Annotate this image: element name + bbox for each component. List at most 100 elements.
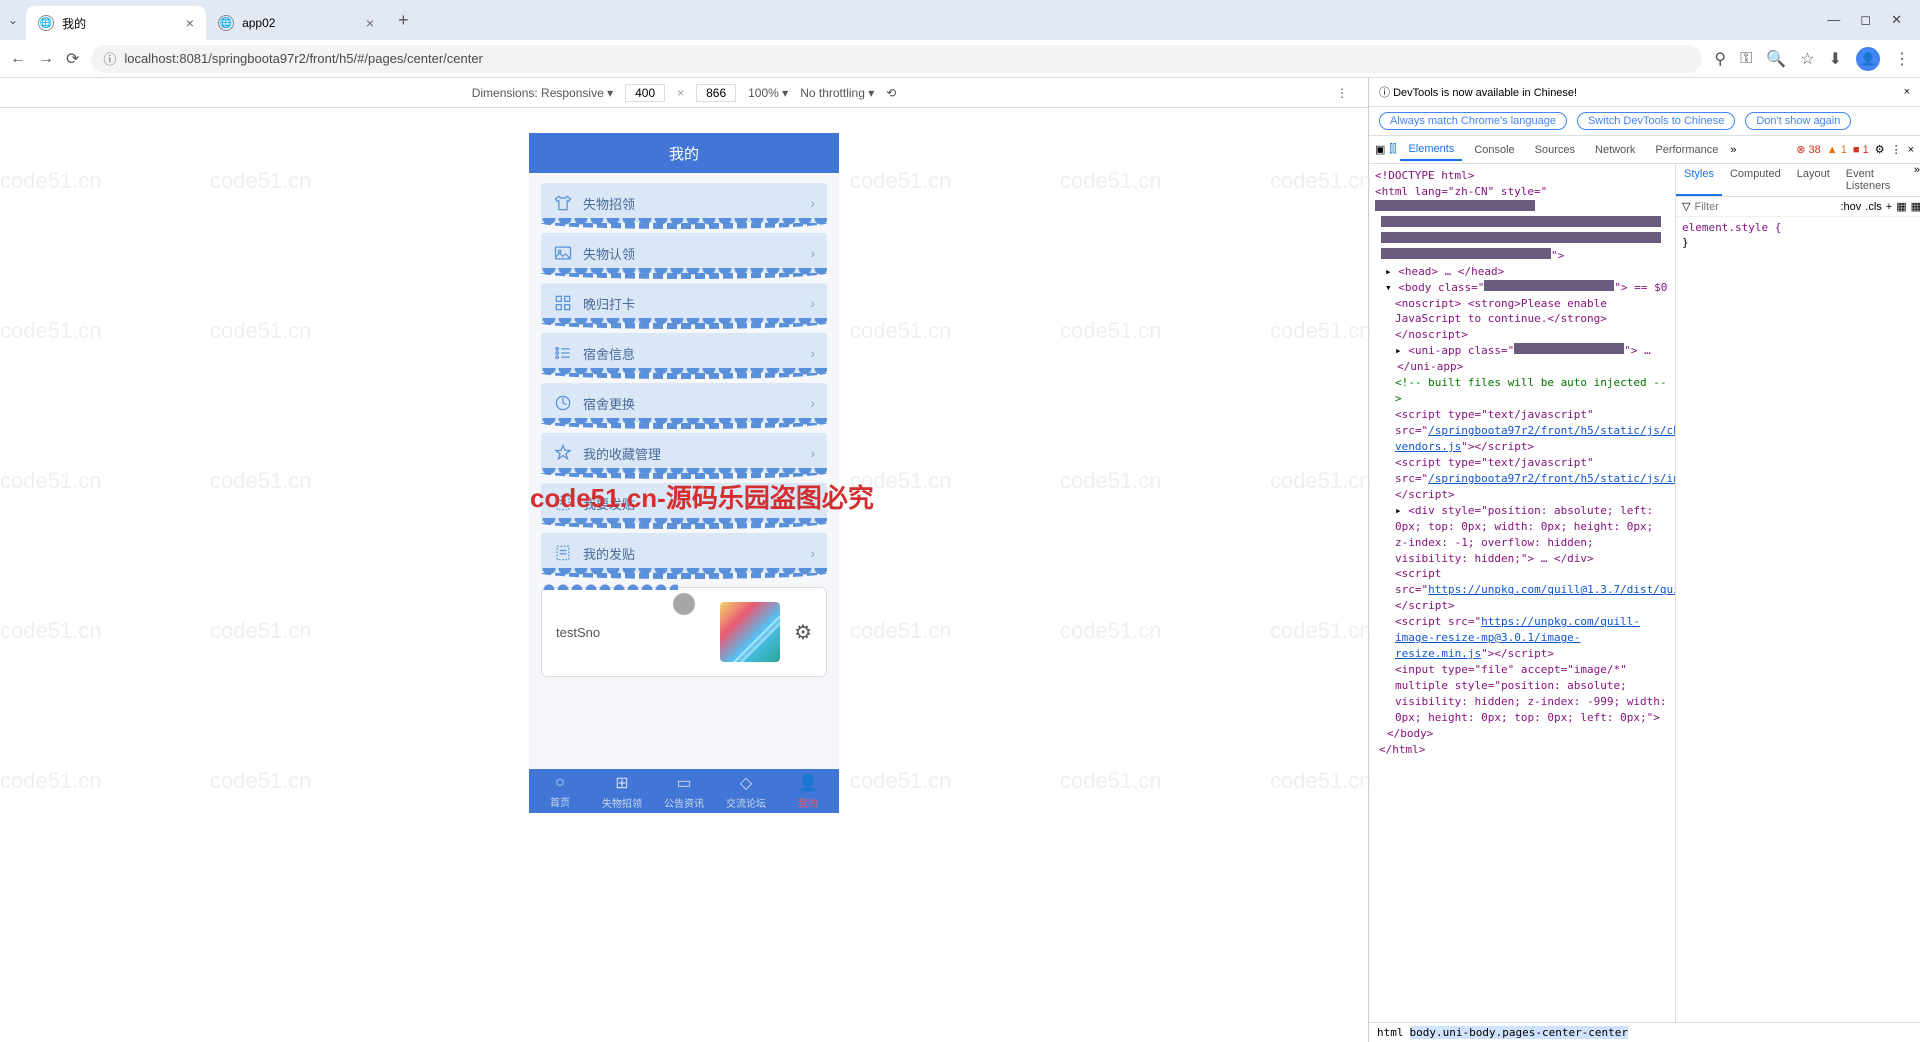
tabbar-item-0[interactable]: ○首页 [529,769,591,813]
tab-styles[interactable]: Styles [1676,164,1722,196]
location-icon[interactable]: ⚲ [1714,49,1726,69]
tabbar-label: 交流论坛 [726,795,766,810]
new-rule-icon[interactable]: + [1886,201,1892,213]
gear-icon[interactable]: ⚙ [1875,143,1885,156]
menu-item-3[interactable]: 宿舍信息› [541,333,827,373]
address-bar[interactable]: ⓘ localhost:8081/springboota97r2/front/h… [91,45,1702,73]
download-icon[interactable]: ⬇ [1829,49,1842,69]
tabbar-item-4[interactable]: 👤我的 [777,769,839,813]
tabbar-label: 我的 [798,795,818,810]
elements-breadcrumb[interactable]: html body.uni-body.pages-center-center [1369,1022,1920,1042]
zoom-icon[interactable]: 🔍 [1766,49,1786,69]
menu-icon[interactable]: ⋮ [1891,143,1902,156]
new-tab-button[interactable]: + [398,10,409,31]
reload-icon[interactable]: ⟳ [66,49,79,69]
menu-item-4[interactable]: 宿舍更换› [541,383,827,423]
devtools: ⓘ DevTools is now available in Chinese! … [1368,78,1920,1042]
chevron-right-icon: › [810,395,815,411]
watermark: code51.cn [1270,318,1372,344]
devtools-notice: ⓘ DevTools is now available in Chinese! … [1369,78,1920,107]
profile-avatar[interactable]: 👤 [1856,47,1880,71]
password-icon[interactable]: ⚿ [1740,50,1752,68]
tabbar-item-3[interactable]: ◇交流论坛 [715,769,777,813]
more-tabs-icon[interactable]: » [1730,144,1736,156]
issue-count[interactable]: ■ 1 [1853,144,1869,156]
browser-tab-active[interactable]: 🌐 我的 × [26,6,206,40]
close-icon[interactable]: × [186,15,194,31]
maximize-icon[interactable]: ◻ [1860,12,1871,28]
lang-match-button[interactable]: Always match Chrome's language [1379,112,1567,130]
device-width-input[interactable] [625,84,665,102]
tab-layout[interactable]: Layout [1789,164,1838,196]
menu-item-7[interactable]: 我的发贴› [541,533,827,573]
layout-icon[interactable]: ▦ [1896,200,1906,213]
menu-label: 晚归打卡 [583,294,810,313]
watermark: code51.cn [1270,168,1372,194]
globe-icon: 🌐 [218,15,234,31]
styles-rules[interactable]: element.style {}</span><span class="sele… [1676,217,1920,1022]
more-tabs-icon[interactable]: » [1914,164,1920,196]
tab-network[interactable]: Network [1587,140,1643,160]
tab-performance[interactable]: Performance [1647,140,1726,160]
tab-dropdown-icon[interactable]: ⌄ [8,13,18,27]
warning-count[interactable]: ▲ 1 [1827,144,1847,156]
watermark: code51.cn [850,168,952,194]
dimensions-dropdown[interactable]: Dimensions: Responsive ▾ [472,86,613,100]
app-body: 失物招领›失物认领›晚归打卡›宿舍信息›宿舍更换›我的收藏管理›我要发贴›我的发… [529,173,839,769]
tab-title: app02 [242,16,358,30]
menu-item-6[interactable]: 我要发贴› [541,483,827,523]
cls-button[interactable]: .cls [1865,201,1882,213]
tab-computed[interactable]: Computed [1722,164,1789,196]
tab-sources[interactable]: Sources [1527,140,1583,160]
back-icon[interactable]: ← [10,50,26,68]
close-window-icon[interactable]: ✕ [1891,12,1902,28]
tab-console[interactable]: Console [1466,140,1522,160]
image-icon [553,243,573,263]
watermark: code51.cn [0,318,102,344]
device-menu-icon[interactable]: ⋮ [1336,86,1348,100]
menu-label: 我要发贴 [583,494,810,513]
rotate-icon[interactable]: ⟲ [886,86,896,100]
filter-icon: ▽ [1682,200,1690,213]
watermark: code51.cn [1060,318,1162,344]
layout-icon[interactable]: ▦ [1911,200,1920,213]
styles-filter-input[interactable] [1694,201,1836,213]
device-height-input[interactable] [696,84,736,102]
forward-icon[interactable]: → [38,50,54,68]
watermark: code51.cn [850,318,952,344]
url-text: localhost:8081/springboota97r2/front/h5/… [124,51,482,66]
list-icon [553,343,573,363]
lang-dismiss-button[interactable]: Don't show again [1745,112,1851,130]
devtools-tabs: ▣ ⫿⫿ Elements Console Sources Network Pe… [1369,136,1920,164]
device-toggle-icon[interactable]: ⫿⫿ [1389,143,1396,156]
elements-tree[interactable]: <!DOCTYPE html> <html lang="zh-CN" style… [1369,164,1675,1022]
menu-item-0[interactable]: 失物招领› [541,183,827,223]
tabbar-item-1[interactable]: ⊞失物招领 [591,769,653,813]
menu-icon[interactable]: ⋮ [1894,49,1910,69]
menu-item-1[interactable]: 失物认领› [541,233,827,273]
chevron-right-icon: › [810,345,815,361]
error-count[interactable]: ⊗ 38 [1796,143,1821,156]
watermark: code51.cn [0,618,102,644]
chevron-right-icon: › [810,245,815,261]
lang-switch-button[interactable]: Switch DevTools to Chinese [1577,112,1735,130]
tabbar-item-2[interactable]: ▭公告资讯 [653,769,715,813]
tab-event-listeners[interactable]: Event Listeners [1838,164,1914,196]
menu-item-2[interactable]: 晚归打卡› [541,283,827,323]
close-icon[interactable]: × [1904,86,1910,98]
gear-icon[interactable]: ⚙ [794,620,812,645]
minimize-icon[interactable]: — [1827,12,1840,28]
browser-tab[interactable]: 🌐 app02 × [206,6,386,40]
menu-item-5[interactable]: 我的收藏管理› [541,433,827,473]
close-icon[interactable]: × [366,15,374,31]
close-icon[interactable]: × [1908,144,1914,156]
watermark: code51.cn [210,618,312,644]
zoom-dropdown[interactable]: 100% ▾ [748,86,788,100]
inspect-icon[interactable]: ▣ [1375,143,1385,156]
throttling-dropdown[interactable]: No throttling ▾ [800,86,874,100]
bookmark-icon[interactable]: ☆ [1800,49,1814,69]
browser-toolbar: ← → ⟳ ⓘ localhost:8081/springboota97r2/f… [0,40,1920,78]
chevron-right-icon: › [810,295,815,311]
tab-elements[interactable]: Elements [1400,139,1462,161]
hov-button[interactable]: :hov [1840,201,1861,213]
